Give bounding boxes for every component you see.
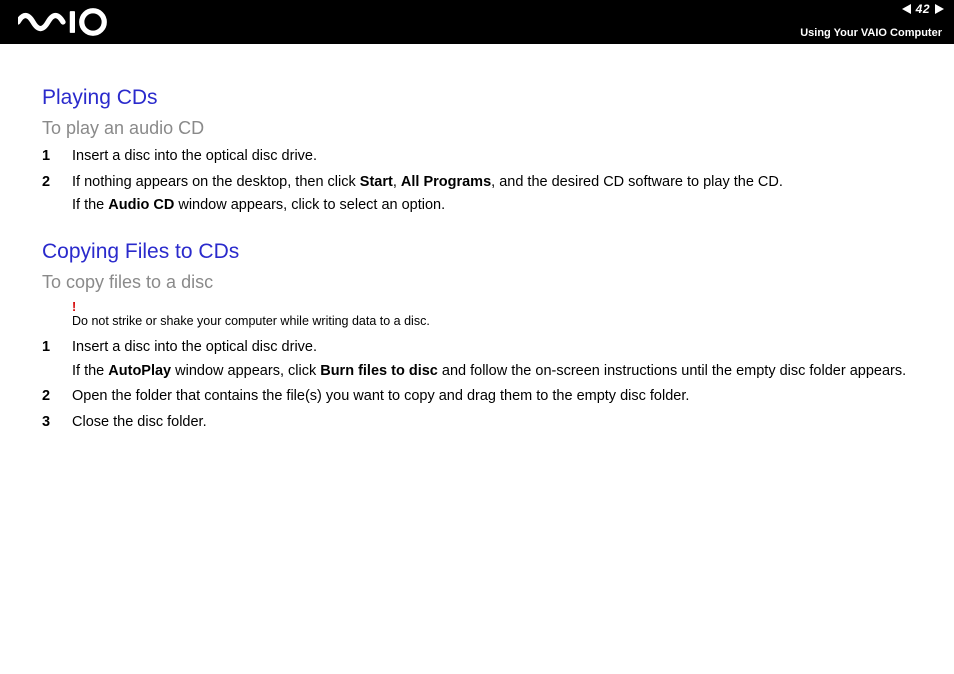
prev-page-arrow-icon[interactable]: [902, 4, 911, 14]
step-body: Insert a disc into the optical disc driv…: [72, 338, 926, 381]
subheading-copy-files: To copy files to a disc: [42, 272, 926, 293]
step-item: 1Insert a disc into the optical disc dri…: [42, 338, 926, 381]
step-item: 3Close the disc folder.: [42, 413, 926, 433]
text-run: Close the disc folder.: [72, 414, 207, 430]
heading-playing-cds: Playing CDs: [42, 86, 926, 110]
step-number: 2: [42, 173, 72, 193]
text-run: window appears, click: [171, 363, 320, 379]
warning-icon: !: [72, 301, 926, 314]
steps-play-cd: 1Insert a disc into the optical disc dri…: [42, 147, 926, 216]
section-label: Using Your VAIO Computer: [800, 27, 942, 39]
step-line: If the Audio CD window appears, click to…: [72, 196, 926, 216]
text-run: Open the folder that contains the file(s…: [72, 388, 689, 404]
step-line: If nothing appears on the desktop, then …: [72, 173, 926, 193]
page-number: 42: [913, 2, 933, 16]
next-page-arrow-icon[interactable]: [935, 4, 944, 14]
step-number: 1: [42, 147, 72, 167]
step-body: Insert a disc into the optical disc driv…: [72, 147, 926, 167]
bold-text: AutoPlay: [108, 363, 171, 379]
text-run: , and the desired CD software to play th…: [491, 174, 783, 190]
text-run: Insert a disc into the optical disc driv…: [72, 339, 317, 355]
steps-copy-files: 1Insert a disc into the optical disc dri…: [42, 338, 926, 432]
step-number: 1: [42, 338, 72, 358]
step-item: 1Insert a disc into the optical disc dri…: [42, 147, 926, 167]
text-run: If the: [72, 197, 108, 213]
step-line: Close the disc folder.: [72, 413, 926, 433]
page-nav: 42: [902, 2, 944, 16]
text-run: If nothing appears on the desktop, then …: [72, 174, 360, 190]
page-content: Playing CDs To play an audio CD 1Insert …: [0, 44, 954, 432]
step-item: 2Open the folder that contains the file(…: [42, 387, 926, 407]
step-line: Open the folder that contains the file(s…: [72, 387, 926, 407]
bold-text: All Programs: [401, 174, 491, 190]
step-line: If the AutoPlay window appears, click Bu…: [72, 362, 926, 382]
warning-text: Do not strike or shake your computer whi…: [72, 314, 430, 328]
heading-copying-files: Copying Files to CDs: [42, 240, 926, 264]
text-run: window appears, click to select an optio…: [174, 197, 445, 213]
step-line: Insert a disc into the optical disc driv…: [72, 338, 926, 358]
subheading-play-audio-cd: To play an audio CD: [42, 118, 926, 139]
step-number: 2: [42, 387, 72, 407]
step-body: Open the folder that contains the file(s…: [72, 387, 926, 407]
header-bar: 42 Using Your VAIO Computer: [0, 0, 954, 44]
text-run: and follow the on-screen instructions un…: [438, 363, 906, 379]
step-line: Insert a disc into the optical disc driv…: [72, 147, 926, 167]
bold-text: Burn files to disc: [320, 363, 438, 379]
text-run: Insert a disc into the optical disc driv…: [72, 148, 317, 164]
bold-text: Start: [360, 174, 393, 190]
step-body: Close the disc folder.: [72, 413, 926, 433]
text-run: If the: [72, 363, 108, 379]
bold-text: Audio CD: [108, 197, 174, 213]
warning-block: ! Do not strike or shake your computer w…: [72, 301, 926, 329]
step-item: 2If nothing appears on the desktop, then…: [42, 173, 926, 216]
text-run: ,: [393, 174, 401, 190]
step-body: If nothing appears on the desktop, then …: [72, 173, 926, 216]
step-number: 3: [42, 413, 72, 433]
vaio-logo: [18, 8, 108, 41]
